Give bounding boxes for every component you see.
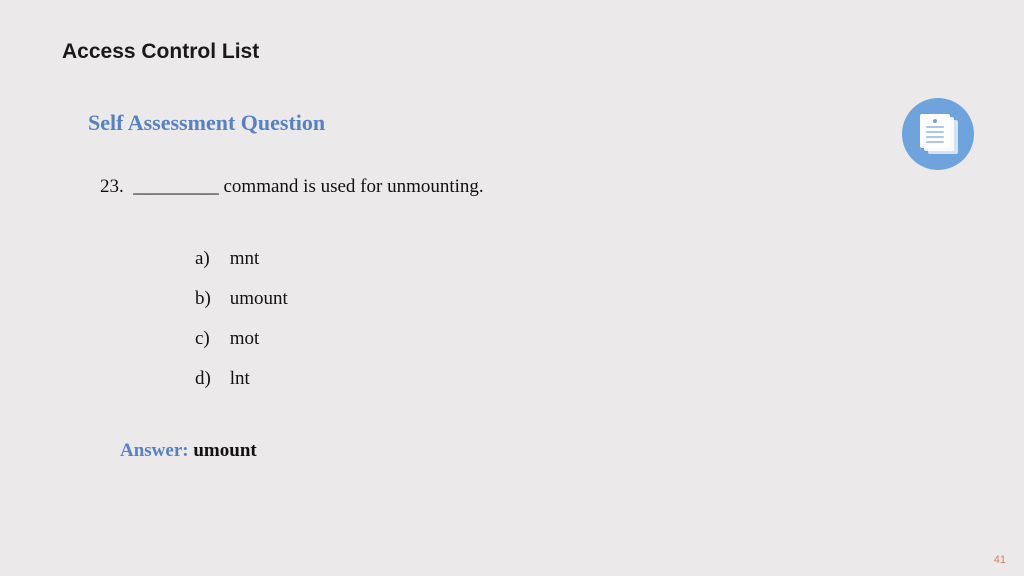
option-letter: d) [195,368,225,390]
option-text: lnt [230,368,250,389]
option-text: mnt [230,248,260,269]
option-letter: b) [195,288,225,310]
option-text: umount [230,288,288,309]
option-letter: a) [195,248,225,270]
answer-label: Answer: [120,440,189,461]
question-number: 23. [100,176,124,197]
option-c: c) mot [195,328,288,350]
document-icon [902,98,974,170]
question-body: _________ command is used for unmounting… [133,176,483,197]
answer-line: Answer: umount [120,440,257,462]
option-a: a) mnt [195,248,288,270]
page-number: 41 [994,554,1006,566]
option-d: d) lnt [195,368,288,390]
options-list: a) mnt b) umount c) mot d) lnt [195,248,288,408]
option-text: mot [230,328,260,349]
page-title: Access Control List [62,40,259,64]
self-assessment-heading: Self Assessment Question [88,110,325,136]
answer-value: umount [193,440,256,461]
question-text: 23. _________ command is used for unmoun… [100,176,484,198]
option-letter: c) [195,328,225,350]
option-b: b) umount [195,288,288,310]
